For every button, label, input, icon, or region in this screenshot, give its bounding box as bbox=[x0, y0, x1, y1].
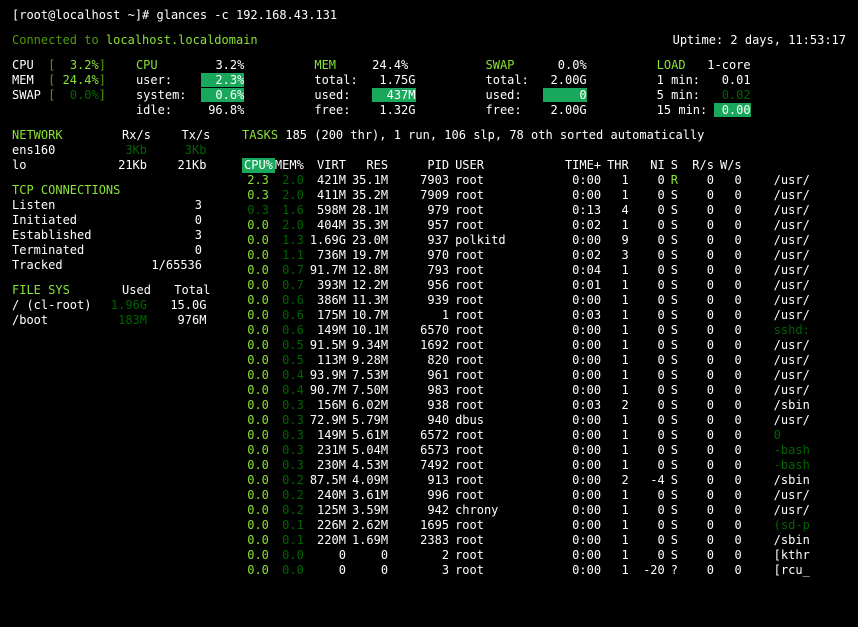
col-res: RES bbox=[352, 158, 394, 173]
left-panels: NETWORK Rx/s Tx/s ens1603Kb 3Kblo21Kb 21… bbox=[12, 128, 222, 328]
process-row[interactable]: 0.00.0003root0:001-20?00[rcu_ bbox=[242, 563, 816, 578]
tcp-title: TCP CONNECTIONS bbox=[12, 183, 120, 197]
uptime: Uptime: 2 days, 11:53:17 bbox=[673, 33, 846, 48]
col-pid: PID bbox=[394, 158, 455, 173]
network-row: lo21Kb 21Kb bbox=[12, 158, 222, 173]
process-row[interactable]: 0.00.591.5M9.34M1692root0:0010S00/usr/ bbox=[242, 338, 816, 353]
mem-block: MEM 24.4% total: 1.75Gused: 437Mfree: 1.… bbox=[314, 58, 415, 118]
col-time: TIME+ bbox=[531, 158, 607, 173]
process-row[interactable]: 0.00.3149M5.61M6572root0:0010S000 bbox=[242, 428, 816, 443]
swap-block: SWAP 0.0% total: 2.00Gused: 0free: 2.00G bbox=[486, 58, 587, 118]
tcp-row: Terminated0 bbox=[12, 243, 222, 258]
tasks-summary: TASKS 185 (200 thr), 1 run, 106 slp, 78 … bbox=[242, 128, 846, 143]
process-row[interactable]: 0.02.0404M35.3M957root0:0210S00/usr/ bbox=[242, 218, 816, 233]
col-user: USER bbox=[455, 158, 531, 173]
process-row[interactable]: 0.00.0002root0:0010S00[kthr bbox=[242, 548, 816, 563]
fs-row: /boot183M 976M bbox=[12, 313, 222, 328]
process-row[interactable]: 0.00.372.9M5.79M940dbus0:0010S00/usr/ bbox=[242, 413, 816, 428]
process-row[interactable]: 0.00.1226M2.62M1695root0:0010S00(sd-p bbox=[242, 518, 816, 533]
cpu-block: CPU 3.2% user: 2.3%system: 0.6%idle: 96.… bbox=[136, 58, 244, 118]
filesys-title: FILE SYS bbox=[12, 283, 70, 297]
col-rs: R/s bbox=[684, 158, 720, 173]
process-panel: TASKS 185 (200 thr), 1 run, 106 slp, 78 … bbox=[242, 128, 846, 578]
process-row[interactable]: 0.00.6386M11.3M939root0:0010S00/usr/ bbox=[242, 293, 816, 308]
process-row[interactable]: 0.00.3231M5.04M6573root0:0010S00-bash bbox=[242, 443, 816, 458]
process-row[interactable]: 0.00.1220M1.69M2383root0:0010S00/sbin bbox=[242, 533, 816, 548]
col-ws: W/s bbox=[720, 158, 748, 173]
process-row[interactable]: 0.00.490.7M7.50M983root0:0010S00/usr/ bbox=[242, 383, 816, 398]
process-row[interactable]: 0.00.791.7M12.8M793root0:0410S00/usr/ bbox=[242, 263, 816, 278]
process-row[interactable]: 0.01.31.69G23.0M937polkitd0:0090S00/usr/ bbox=[242, 233, 816, 248]
network-title: NETWORK bbox=[12, 128, 63, 142]
process-row[interactable]: 0.00.2240M3.61M996root0:0010S00/usr/ bbox=[242, 488, 816, 503]
tcp-row: Initiated0 bbox=[12, 213, 222, 228]
process-row[interactable]: 0.00.6149M10.1M6570root0:0010S00sshd: bbox=[242, 323, 816, 338]
col-virt: VIRT bbox=[310, 158, 352, 173]
tcp-row: Tracked1/65536 bbox=[12, 258, 222, 273]
fs-row: / (cl-root)1.96G 15.0G bbox=[12, 298, 222, 313]
process-table[interactable]: CPU% MEM% VIRT RES PID USER TIME+ THR NI… bbox=[242, 158, 816, 578]
process-row[interactable]: 0.31.6598M28.1M979root0:1340S00/usr/ bbox=[242, 203, 816, 218]
proc-header-row: CPU% MEM% VIRT RES PID USER TIME+ THR NI… bbox=[242, 158, 816, 173]
process-row[interactable]: 0.00.7393M12.2M956root0:0110S00/usr/ bbox=[242, 278, 816, 293]
process-row[interactable]: 0.00.6175M10.7M1root0:0310S00/usr/ bbox=[242, 308, 816, 323]
process-row[interactable]: 0.00.3230M4.53M7492root0:0010S00-bash bbox=[242, 458, 816, 473]
col-cpu: CPU% bbox=[242, 158, 275, 173]
process-row[interactable]: 0.00.2125M3.59M942chrony0:0010S00/usr/ bbox=[242, 503, 816, 518]
network-row: ens1603Kb 3Kb bbox=[12, 143, 222, 158]
col-thr: THR bbox=[607, 158, 635, 173]
process-row[interactable]: 0.01.1736M19.7M970root0:0230S00/usr/ bbox=[242, 248, 816, 263]
mini-summary: CPU [ 3.2%] MEM [ 24.4%] SWAP [ 0.0%] bbox=[12, 58, 106, 118]
col-s: S bbox=[671, 158, 684, 173]
process-row[interactable]: 0.00.493.9M7.53M961root0:0010S00/usr/ bbox=[242, 368, 816, 383]
tcp-row: Listen3 bbox=[12, 198, 222, 213]
col-mem: MEM% bbox=[275, 158, 310, 173]
process-row[interactable]: 0.00.3156M6.02M938root0:0320S00/sbin bbox=[242, 398, 816, 413]
shell-prompt: [root@localhost ~]# glances -c 192.168.4… bbox=[12, 8, 846, 23]
process-row[interactable]: 0.32.0411M35.2M7909root0:0010S00/usr/ bbox=[242, 188, 816, 203]
process-row[interactable]: 0.00.5113M9.28M820root0:0010S00/usr/ bbox=[242, 353, 816, 368]
col-ni: NI bbox=[635, 158, 671, 173]
col-cmd bbox=[774, 158, 816, 173]
process-row[interactable]: 2.32.0421M35.1M7903root0:0010R00/usr/ bbox=[242, 173, 816, 188]
connection-line: Connected to localhost.localdomain bbox=[12, 33, 258, 48]
tcp-row: Established3 bbox=[12, 228, 222, 243]
process-row[interactable]: 0.00.287.5M4.09M913root0:002-4S00/sbin bbox=[242, 473, 816, 488]
load-block: LOAD 1-core 1 min: 0.015 min: 0.0215 min… bbox=[657, 58, 751, 118]
